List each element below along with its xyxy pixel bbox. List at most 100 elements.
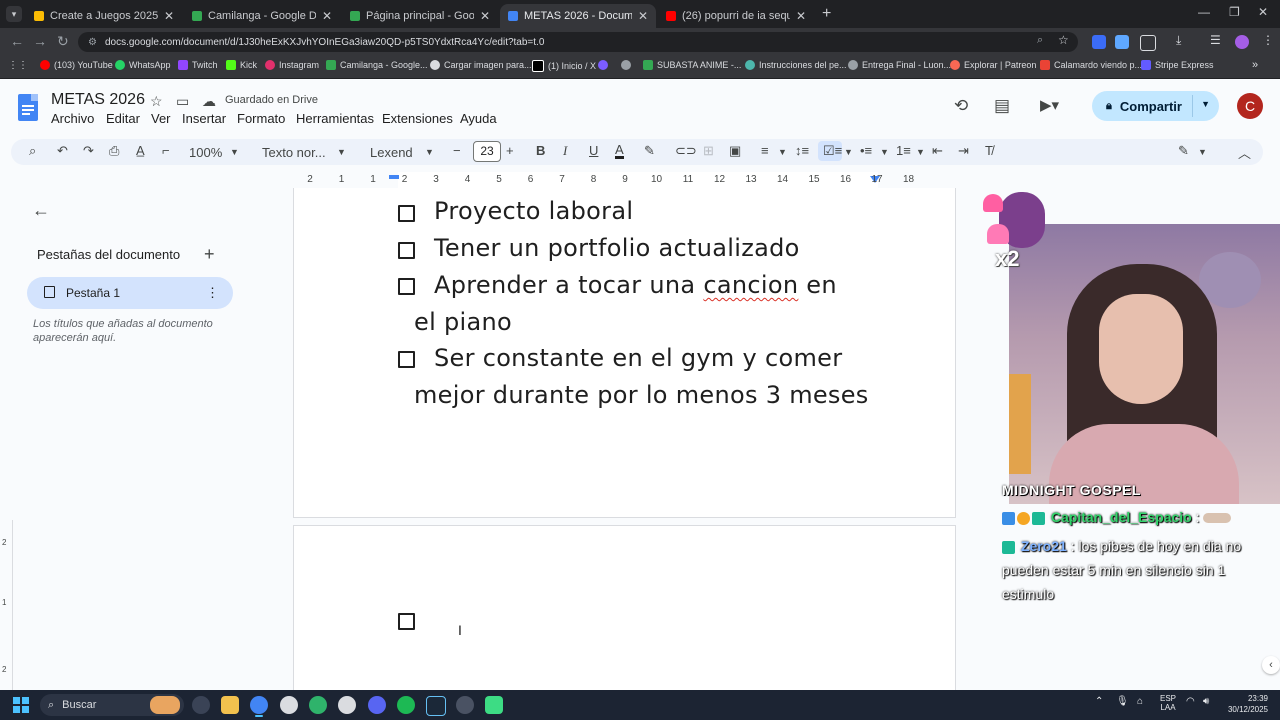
wifi-icon[interactable]: ◠ xyxy=(1186,696,1195,707)
taskbar-search[interactable]: ⌕ Buscar xyxy=(40,694,184,716)
line-spacing-icon[interactable]: ↕≡ xyxy=(795,143,809,158)
document-title[interactable]: METAS 2026 xyxy=(51,91,145,109)
tab-search-chevron-icon[interactable]: ▾ xyxy=(6,6,22,22)
document-page[interactable] xyxy=(293,525,956,695)
text-color-icon[interactable]: A xyxy=(615,143,624,159)
checklist-item-text[interactable]: Ser constante en el gym y comer xyxy=(434,344,842,372)
paragraph-style-select[interactable]: Texto nor... xyxy=(262,145,326,160)
side-panel-toggle-icon[interactable]: ‹ xyxy=(1262,656,1280,674)
extension-icon[interactable] xyxy=(1092,35,1106,49)
collapse-menus-icon[interactable]: ︿ xyxy=(1238,143,1251,162)
reading-list-icon[interactable]: ☰ xyxy=(1210,33,1221,47)
new-tab-icon[interactable]: + xyxy=(822,5,831,23)
italic-icon[interactable]: I xyxy=(563,143,567,159)
highlight-icon[interactable]: ✎ xyxy=(644,143,655,159)
bookmark-item[interactable]: Instagram xyxy=(265,60,319,70)
checklist-item-text-continuation[interactable]: el piano xyxy=(414,308,512,336)
bookmark-item[interactable]: Camilanga - Google... xyxy=(326,60,428,70)
numbered-list-icon[interactable]: 1≡ xyxy=(896,143,911,158)
browser-tab-active[interactable]: METAS 2026 - Documentos de ✕ xyxy=(500,4,656,28)
checklist-checkbox[interactable] xyxy=(398,351,415,368)
chevron-down-icon[interactable]: ▼ xyxy=(425,147,434,157)
search-menus-icon[interactable]: ⌕ xyxy=(29,143,36,159)
tray-chevron-icon[interactable]: ⌃ xyxy=(1095,696,1103,707)
first-line-indent-marker-icon[interactable] xyxy=(389,175,399,179)
meet-camera-icon[interactable]: ▶▾ xyxy=(1040,96,1059,114)
redo-icon[interactable]: ↷ xyxy=(83,143,94,159)
close-tab-icon[interactable]: ✕ xyxy=(322,9,332,23)
increase-font-icon[interactable]: + xyxy=(506,143,514,158)
maximize-icon[interactable]: ❐ xyxy=(1229,5,1240,19)
bookmark-item[interactable]: Twitch xyxy=(178,60,218,70)
link-icon[interactable]: ⊂⊃ xyxy=(675,143,697,159)
bookmark-item[interactable]: SUBASTA ANIME -... xyxy=(643,60,741,70)
paint-format-icon[interactable]: ⌐ xyxy=(162,143,170,158)
obs-icon[interactable] xyxy=(338,696,356,714)
app-icon[interactable] xyxy=(309,696,327,714)
zoom-select[interactable]: 100% xyxy=(189,145,222,160)
chevron-down-icon[interactable]: ▼ xyxy=(916,147,925,157)
browser-tab[interactable]: Create a Juegos 2025 Tier List - ✕ xyxy=(26,4,182,28)
extensions-puzzle-icon[interactable] xyxy=(1140,35,1156,51)
download-icon[interactable]: ⤓ xyxy=(1176,33,1181,48)
spotify-icon[interactable] xyxy=(397,696,415,714)
browser-tab[interactable]: (26) popurri de ia seque un rio ✕ xyxy=(658,4,814,28)
extension-icon[interactable] xyxy=(1115,35,1129,49)
cloud-saved-icon[interactable]: ☁ xyxy=(202,93,216,110)
bookmark-item[interactable]: (1) Inicio / X xyxy=(532,60,596,72)
checklist-item-text[interactable]: Aprender a tocar una cancion en xyxy=(434,271,837,299)
reload-icon[interactable]: ↻ xyxy=(57,33,69,50)
close-window-icon[interactable]: ✕ xyxy=(1258,5,1268,19)
align-left-icon[interactable]: ≡ xyxy=(761,143,769,158)
undo-icon[interactable]: ↶ xyxy=(57,143,68,159)
insert-image-icon[interactable]: ▣ xyxy=(729,143,741,159)
checklist-icon[interactable]: ☑≡ xyxy=(823,143,842,159)
decrease-indent-icon[interactable]: ⇤ xyxy=(932,143,943,159)
language-indicator[interactable]: ESP LAA xyxy=(1160,694,1176,712)
bookmark-star-icon[interactable]: ☆ xyxy=(1058,33,1069,47)
zoom-icon[interactable]: ⌕ xyxy=(1037,34,1043,47)
checklist-checkbox[interactable] xyxy=(398,205,415,222)
menu-insertar[interactable]: Insertar xyxy=(182,111,226,126)
bookmark-item[interactable]: Calamardo viendo p... xyxy=(1040,60,1142,70)
add-tab-icon[interactable]: + xyxy=(204,244,215,265)
version-history-icon[interactable]: ⟲ xyxy=(954,96,968,116)
address-bar[interactable]: ⚙ docs.google.com/document/d/1J30heExKXJ… xyxy=(78,32,1078,52)
document-tab-item[interactable] xyxy=(27,277,233,309)
spellcheck-icon[interactable]: A̲ xyxy=(136,143,145,158)
back-icon[interactable]: ← xyxy=(10,33,24,49)
bold-icon[interactable]: B xyxy=(536,143,545,158)
bookmark-item[interactable]: (103) YouTube xyxy=(40,60,113,70)
steam-icon[interactable] xyxy=(426,696,446,716)
menu-herramientas[interactable]: Herramientas xyxy=(296,111,374,126)
misspelled-word[interactable]: cancion xyxy=(703,271,798,299)
checklist-checkbox[interactable] xyxy=(398,242,415,259)
menu-ver[interactable]: Ver xyxy=(151,111,171,126)
notepad-icon[interactable] xyxy=(485,696,503,714)
chevron-down-icon[interactable]: ▼ xyxy=(337,147,346,157)
volume-icon[interactable]: 🔊︎ xyxy=(1203,696,1209,707)
bookmark-item[interactable] xyxy=(621,60,631,70)
bulleted-list-icon[interactable]: •≡ xyxy=(860,143,872,158)
apps-grid-icon[interactable]: ⋮⋮ xyxy=(8,60,28,71)
app-icon[interactable] xyxy=(456,696,474,714)
document-tab-label[interactable]: Pestaña 1 xyxy=(66,286,120,300)
more-bookmarks-icon[interactable]: » xyxy=(1252,59,1258,71)
close-tab-icon[interactable]: ✕ xyxy=(638,9,648,23)
file-explorer-icon[interactable] xyxy=(221,696,239,714)
close-outline-back-icon[interactable]: ← xyxy=(32,200,50,221)
chevron-down-icon[interactable]: ▼ xyxy=(844,147,853,157)
bookmark-item[interactable] xyxy=(598,60,608,70)
chrome-icon[interactable] xyxy=(250,696,268,717)
profile-avatar-icon[interactable] xyxy=(1235,35,1249,49)
browser-tab[interactable]: Camilanga - Google Drive ✕ xyxy=(184,4,340,28)
chevron-down-icon[interactable]: ▼ xyxy=(880,147,889,157)
add-comment-icon[interactable]: ⊞ xyxy=(703,143,714,159)
print-icon[interactable]: ⎙ xyxy=(109,143,119,159)
chevron-down-icon[interactable]: ▼ xyxy=(1201,99,1210,109)
docs-logo-icon[interactable] xyxy=(18,94,38,121)
checklist-item-text[interactable]: Tener un portfolio actualizado xyxy=(434,234,800,262)
menu-ayuda[interactable]: Ayuda xyxy=(460,111,497,126)
bookmark-item[interactable]: Kick xyxy=(226,60,257,70)
bookmark-item[interactable]: Cargar imagen para... xyxy=(430,60,532,70)
